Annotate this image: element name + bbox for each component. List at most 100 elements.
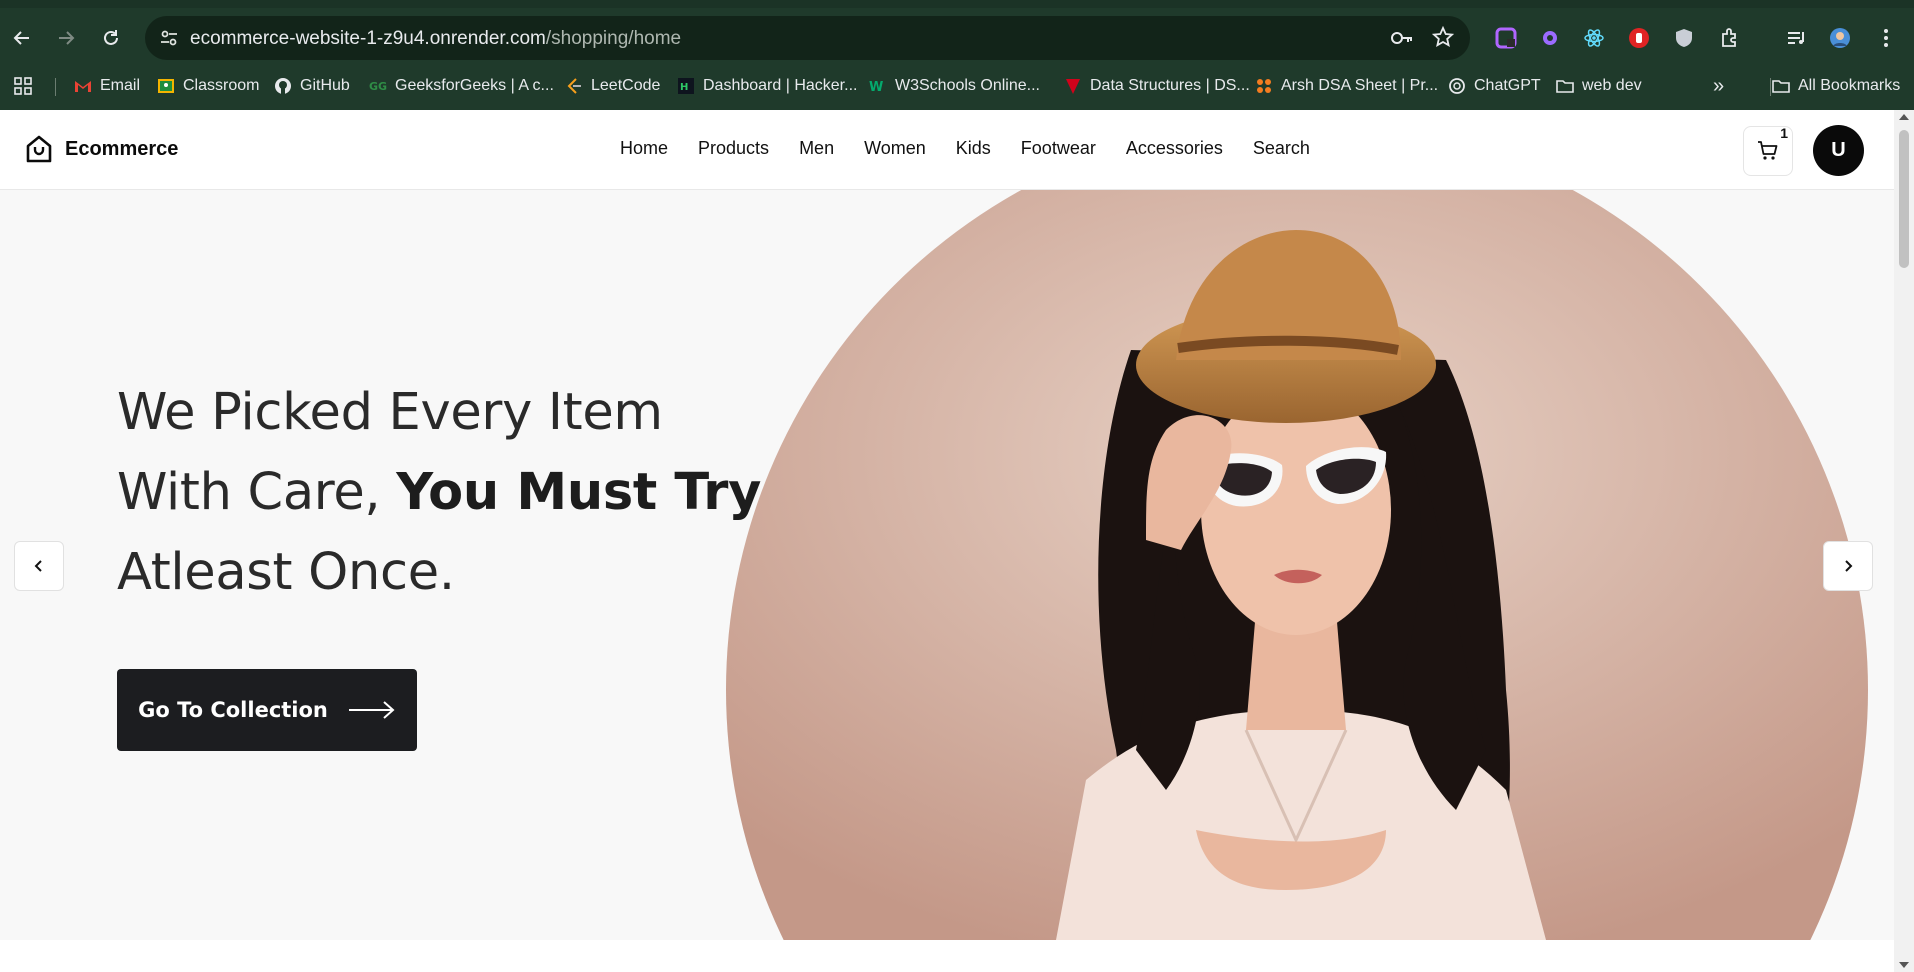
cart-button[interactable]: 1 [1743, 125, 1793, 176]
chevron-left-icon [34, 560, 42, 572]
avatar-initial: U [1831, 139, 1846, 161]
bookmark-github[interactable]: GitHub [274, 74, 350, 98]
back-button[interactable] [6, 22, 38, 54]
bookmark-w3schools[interactable]: W W3Schools Online... [869, 74, 1040, 98]
hackerrank-icon: H [677, 77, 695, 95]
scroll-up-arrow[interactable] [1899, 114, 1909, 120]
w3schools-icon: W [869, 77, 887, 95]
arsh-icon [1255, 77, 1273, 95]
forward-button[interactable] [50, 22, 82, 54]
nav-men[interactable]: Men [799, 138, 834, 159]
extension-gear-icon[interactable] [1538, 26, 1562, 50]
nav-products[interactable]: Products [698, 138, 769, 159]
bookmarks-separator [55, 78, 56, 96]
go-to-collection-button[interactable]: Go To Collection [117, 669, 417, 751]
media-controls-icon[interactable] [1784, 26, 1808, 50]
password-key-icon[interactable] [1390, 27, 1414, 49]
headline-line-1: We Picked Every Item [117, 383, 663, 442]
bookmark-classroom[interactable]: Classroom [157, 74, 259, 98]
nav-kids[interactable]: Kids [956, 138, 991, 159]
nav-footwear[interactable]: Footwear [1021, 138, 1096, 159]
cart-count-badge: 1 [1780, 125, 1788, 141]
bookmark-label: Dashboard | Hacker... [703, 77, 858, 94]
scrollbar-thumb[interactable] [1899, 130, 1909, 268]
hero-headline: We Picked Every Item With Care, You Must… [117, 373, 761, 613]
browser-toolbar: ecommerce-website-1-z9u4.onrender.com/sh… [0, 16, 1914, 60]
nav-accessories[interactable]: Accessories [1126, 138, 1223, 159]
web-page: Ecommerce Home Products Men Women Kids F… [0, 110, 1894, 972]
bookmark-label: web dev [1582, 77, 1642, 94]
site-settings-icon[interactable] [159, 28, 179, 48]
browser-menu-icon[interactable] [1874, 26, 1898, 50]
gmail-icon [74, 77, 92, 95]
react-devtools-icon[interactable] [1582, 26, 1606, 50]
svg-text:GG: GG [369, 80, 387, 93]
house-logo-icon [26, 135, 52, 163]
folder-icon [1772, 77, 1790, 95]
profile-avatar-icon[interactable] [1828, 26, 1852, 50]
nav-women[interactable]: Women [864, 138, 926, 159]
apps-grid-icon [14, 77, 32, 95]
bookmark-leetcode[interactable]: LeetCode [565, 74, 660, 98]
scroll-down-arrow[interactable] [1899, 962, 1909, 968]
bookmark-label: Email [100, 77, 141, 94]
all-bookmarks-label: All Bookmarks [1798, 77, 1901, 94]
back-arrow-icon [13, 31, 29, 45]
url-host: ecommerce-website-1-z9u4.onrender.com [190, 28, 546, 49]
headline-line-2-bold: You Must Try [396, 463, 762, 522]
leetcode-icon [565, 77, 583, 95]
all-bookmarks-button[interactable]: All Bookmarks [1772, 74, 1900, 98]
bookmark-label: W3Schools Online... [895, 77, 1040, 94]
bookmark-label: Data Structures | DS... [1090, 77, 1250, 94]
bookmark-chatgpt[interactable]: ChatGPT [1448, 74, 1541, 98]
extension-shield-icon[interactable] [1672, 26, 1696, 50]
geeksforgeeks-icon: GG [369, 77, 387, 95]
github-icon [274, 77, 292, 95]
site-header: Ecommerce Home Products Men Women Kids F… [0, 110, 1894, 190]
carousel-prev-button[interactable] [14, 541, 64, 591]
bookmark-geeksforgeeks[interactable]: GG GeeksforGeeks | A c... [369, 74, 554, 98]
svg-text:W: W [869, 80, 883, 95]
classroom-icon [157, 77, 175, 95]
next-section [0, 940, 1894, 972]
headline-line-3: Atleast Once. [117, 543, 455, 602]
main-nav: Home Products Men Women Kids Footwear Ac… [620, 138, 1310, 159]
bookmark-arsh-dsa[interactable]: Arsh DSA Sheet | Pr... [1255, 74, 1438, 98]
url-text[interactable]: ecommerce-website-1-z9u4.onrender.com/sh… [190, 28, 681, 50]
arrow-right-icon [348, 701, 395, 719]
address-bar[interactable]: ecommerce-website-1-z9u4.onrender.com/sh… [145, 16, 1470, 60]
reload-button[interactable] [95, 22, 127, 54]
chatgpt-icon [1448, 77, 1466, 95]
bookmark-label: Classroom [183, 77, 260, 94]
bookmark-star-icon[interactable] [1432, 26, 1454, 48]
reload-icon [104, 30, 118, 45]
hero-banner: We Picked Every Item With Care, You Must… [0, 190, 1894, 940]
more-bookmarks-button[interactable]: » [1713, 74, 1724, 98]
forward-arrow-icon [59, 31, 75, 45]
bookmarks-bar: Email Classroom GitHub GG GeeksforGeeks … [0, 70, 1914, 102]
apps-grid-button[interactable] [14, 74, 32, 98]
bookmark-email[interactable]: Email [74, 74, 140, 98]
page-scrollbar[interactable] [1894, 110, 1914, 972]
data-structures-icon [1064, 77, 1082, 95]
bookmark-hackerrank[interactable]: H Dashboard | Hacker... [677, 74, 857, 98]
bookmark-label: GitHub [300, 77, 350, 94]
extensions-puzzle-icon[interactable] [1718, 26, 1742, 50]
extension-colorful-icon[interactable] [1494, 26, 1518, 50]
brand-logo[interactable]: Ecommerce [25, 134, 178, 164]
tab-strip [0, 0, 1914, 8]
url-path: /shopping/home [545, 28, 682, 49]
user-avatar[interactable]: U [1813, 125, 1864, 176]
bookmark-web-dev-folder[interactable]: web dev [1556, 74, 1642, 98]
shopping-cart-icon [1758, 141, 1778, 160]
bookmark-data-structures[interactable]: Data Structures | DS... [1064, 74, 1250, 98]
headline-line-2: With Care, [117, 463, 397, 522]
nav-search[interactable]: Search [1253, 138, 1310, 159]
bookmark-label: GeeksforGeeks | A c... [395, 77, 554, 94]
nav-home[interactable]: Home [620, 138, 668, 159]
folder-icon [1556, 77, 1574, 95]
bookmark-label: Arsh DSA Sheet | Pr... [1281, 77, 1439, 94]
extension-hand-icon[interactable] [1627, 26, 1651, 50]
browser-chrome: ecommerce-website-1-z9u4.onrender.com/sh… [0, 0, 1914, 110]
carousel-next-button[interactable] [1823, 541, 1873, 591]
